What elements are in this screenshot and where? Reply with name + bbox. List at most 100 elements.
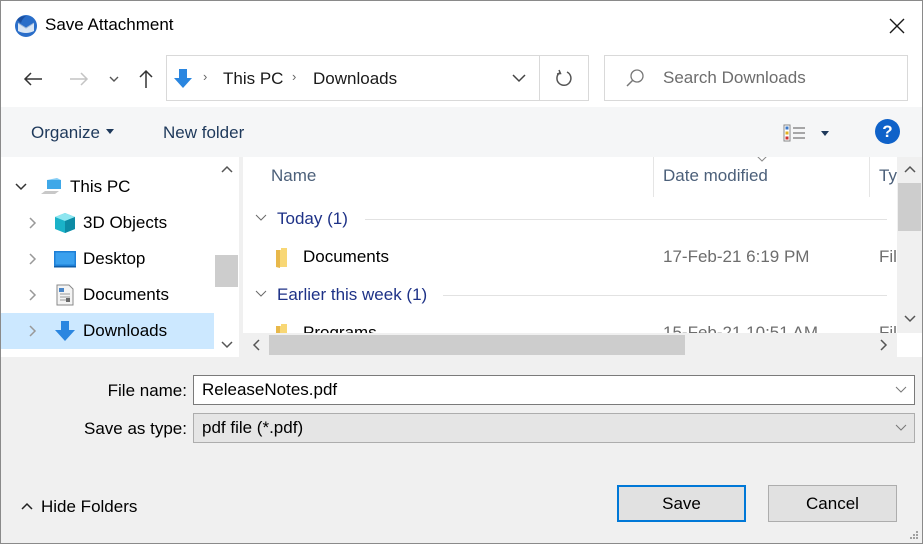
tree-item-label: This PC bbox=[70, 177, 131, 196]
3d-objects-icon bbox=[55, 213, 75, 233]
save-as-type-label: Save as type: bbox=[83, 419, 187, 438]
scroll-up-button[interactable] bbox=[214, 159, 239, 179]
forward-button[interactable] bbox=[65, 65, 93, 93]
sort-descending-icon bbox=[757, 157, 767, 162]
tree-item-this-pc[interactable]: This PC bbox=[1, 169, 214, 205]
column-divider[interactable] bbox=[653, 157, 654, 197]
downloads-icon bbox=[174, 69, 192, 88]
arrow-left-icon bbox=[23, 72, 42, 86]
chevron-down-icon bbox=[512, 73, 526, 82]
cancel-button[interactable]: Cancel bbox=[768, 485, 897, 522]
chevron-down-icon bbox=[109, 76, 119, 82]
new-folder-button[interactable]: New folder bbox=[163, 123, 244, 143]
arrow-right-icon bbox=[70, 72, 89, 86]
chevron-right-icon bbox=[29, 289, 37, 301]
scroll-left-button[interactable] bbox=[243, 335, 268, 355]
tree-item-label: Downloads bbox=[83, 321, 168, 340]
chevron-left-icon bbox=[252, 339, 260, 351]
scroll-up-button[interactable] bbox=[897, 159, 922, 179]
navigation-bar: › This PC › Downloads bbox=[1, 51, 922, 107]
file-list-horizontal-scrollbar[interactable] bbox=[243, 333, 897, 357]
scroll-down-button[interactable] bbox=[897, 309, 922, 329]
documents-icon bbox=[56, 284, 74, 306]
scroll-thumb[interactable] bbox=[215, 255, 238, 287]
address-bar[interactable]: › This PC › Downloads bbox=[166, 55, 589, 101]
back-button[interactable] bbox=[19, 65, 47, 93]
organize-label: Organize bbox=[31, 123, 100, 142]
refresh-button[interactable] bbox=[539, 56, 588, 100]
close-icon bbox=[889, 18, 905, 34]
chevron-down-icon bbox=[903, 315, 916, 323]
column-header-date-modified[interactable]: Date modified bbox=[663, 166, 768, 186]
group-header-today[interactable]: Today (1) bbox=[243, 205, 893, 235]
breadcrumb-separator-icon: › bbox=[203, 69, 208, 84]
recent-locations-button[interactable] bbox=[102, 65, 126, 93]
window-title: Save Attachment bbox=[45, 15, 174, 34]
search-box[interactable] bbox=[604, 55, 908, 101]
tree-item-3d-objects[interactable]: 3D Objects bbox=[1, 205, 214, 241]
refresh-icon bbox=[556, 69, 572, 87]
group-header-earlier-this-week[interactable]: Earlier this week (1) bbox=[243, 281, 893, 311]
file-name-label: File name: bbox=[107, 381, 187, 400]
tree-item-label: Desktop bbox=[83, 249, 146, 268]
group-divider bbox=[443, 295, 887, 296]
chevron-down-icon bbox=[255, 214, 267, 221]
group-label: Today (1) bbox=[277, 209, 348, 228]
breadcrumb-separator-icon: › bbox=[292, 69, 297, 84]
chevron-down-icon bbox=[15, 183, 27, 191]
save-as-type-dropdown-button[interactable] bbox=[888, 414, 914, 442]
file-name-dropdown-button[interactable] bbox=[888, 376, 914, 404]
organize-button[interactable]: Organize bbox=[31, 123, 114, 143]
hide-folders-button[interactable]: Hide Folders bbox=[21, 497, 137, 517]
search-icon bbox=[626, 69, 644, 87]
file-list: Name Date modified Ty Today (1) Document… bbox=[243, 157, 922, 357]
breadcrumb-downloads[interactable]: Downloads bbox=[313, 69, 397, 89]
tree-item-desktop[interactable]: Desktop bbox=[1, 241, 214, 277]
tree-item-label: 3D Objects bbox=[83, 213, 168, 232]
resize-grip-icon[interactable] bbox=[909, 530, 919, 540]
folder-tree: This PC 3D Objects Desktop Documents Dow… bbox=[1, 157, 239, 357]
scroll-down-button[interactable] bbox=[214, 335, 239, 355]
column-divider[interactable] bbox=[869, 157, 870, 197]
file-type: Fil bbox=[879, 247, 897, 266]
group-label: Earlier this week (1) bbox=[277, 285, 428, 304]
save-button[interactable]: Save bbox=[617, 485, 746, 522]
tree-item-label: Documents bbox=[83, 285, 169, 304]
chevron-right-icon bbox=[29, 217, 37, 229]
title-bar: Save Attachment bbox=[1, 1, 922, 51]
file-name-input[interactable] bbox=[202, 376, 882, 404]
chevron-up-icon bbox=[220, 165, 233, 173]
breadcrumb-this-pc[interactable]: This PC bbox=[223, 69, 283, 89]
downloads-icon bbox=[55, 321, 75, 341]
search-input[interactable] bbox=[663, 56, 903, 100]
details-view-icon bbox=[783, 124, 829, 142]
chevron-down-icon bbox=[255, 290, 267, 297]
chevron-down-icon bbox=[895, 424, 907, 431]
folder-tree-scrollbar[interactable] bbox=[214, 157, 239, 357]
column-header-type[interactable]: Ty bbox=[879, 166, 897, 186]
change-view-button[interactable] bbox=[781, 121, 837, 145]
chevron-up-icon bbox=[903, 165, 916, 173]
help-button[interactable]: ? bbox=[875, 119, 900, 144]
file-date: 17-Feb-21 6:19 PM bbox=[663, 247, 810, 266]
file-list-vertical-scrollbar[interactable] bbox=[897, 157, 922, 333]
chevron-right-icon bbox=[29, 253, 37, 265]
chevron-right-icon bbox=[29, 325, 37, 337]
tree-item-documents[interactable]: Documents bbox=[1, 277, 214, 313]
save-as-type-select[interactable]: pdf file (*.pdf) bbox=[193, 413, 915, 443]
chevron-up-icon bbox=[21, 502, 33, 510]
up-button[interactable] bbox=[132, 65, 160, 93]
column-header-name[interactable]: Name bbox=[271, 166, 316, 186]
chevron-right-icon bbox=[879, 339, 887, 351]
scroll-thumb[interactable] bbox=[898, 183, 921, 231]
scroll-thumb[interactable] bbox=[269, 335, 685, 355]
file-name-combobox[interactable] bbox=[193, 375, 915, 405]
file-row-documents[interactable]: Documents 17-Feb-21 6:19 PM Fil bbox=[243, 239, 897, 275]
address-history-dropdown[interactable] bbox=[499, 56, 539, 100]
scroll-right-button[interactable] bbox=[871, 335, 896, 355]
close-button[interactable] bbox=[872, 1, 922, 51]
computer-icon bbox=[41, 178, 61, 194]
tree-item-downloads[interactable]: Downloads bbox=[1, 313, 214, 349]
chevron-down-icon bbox=[895, 386, 907, 393]
thunderbird-app-icon bbox=[15, 15, 37, 37]
